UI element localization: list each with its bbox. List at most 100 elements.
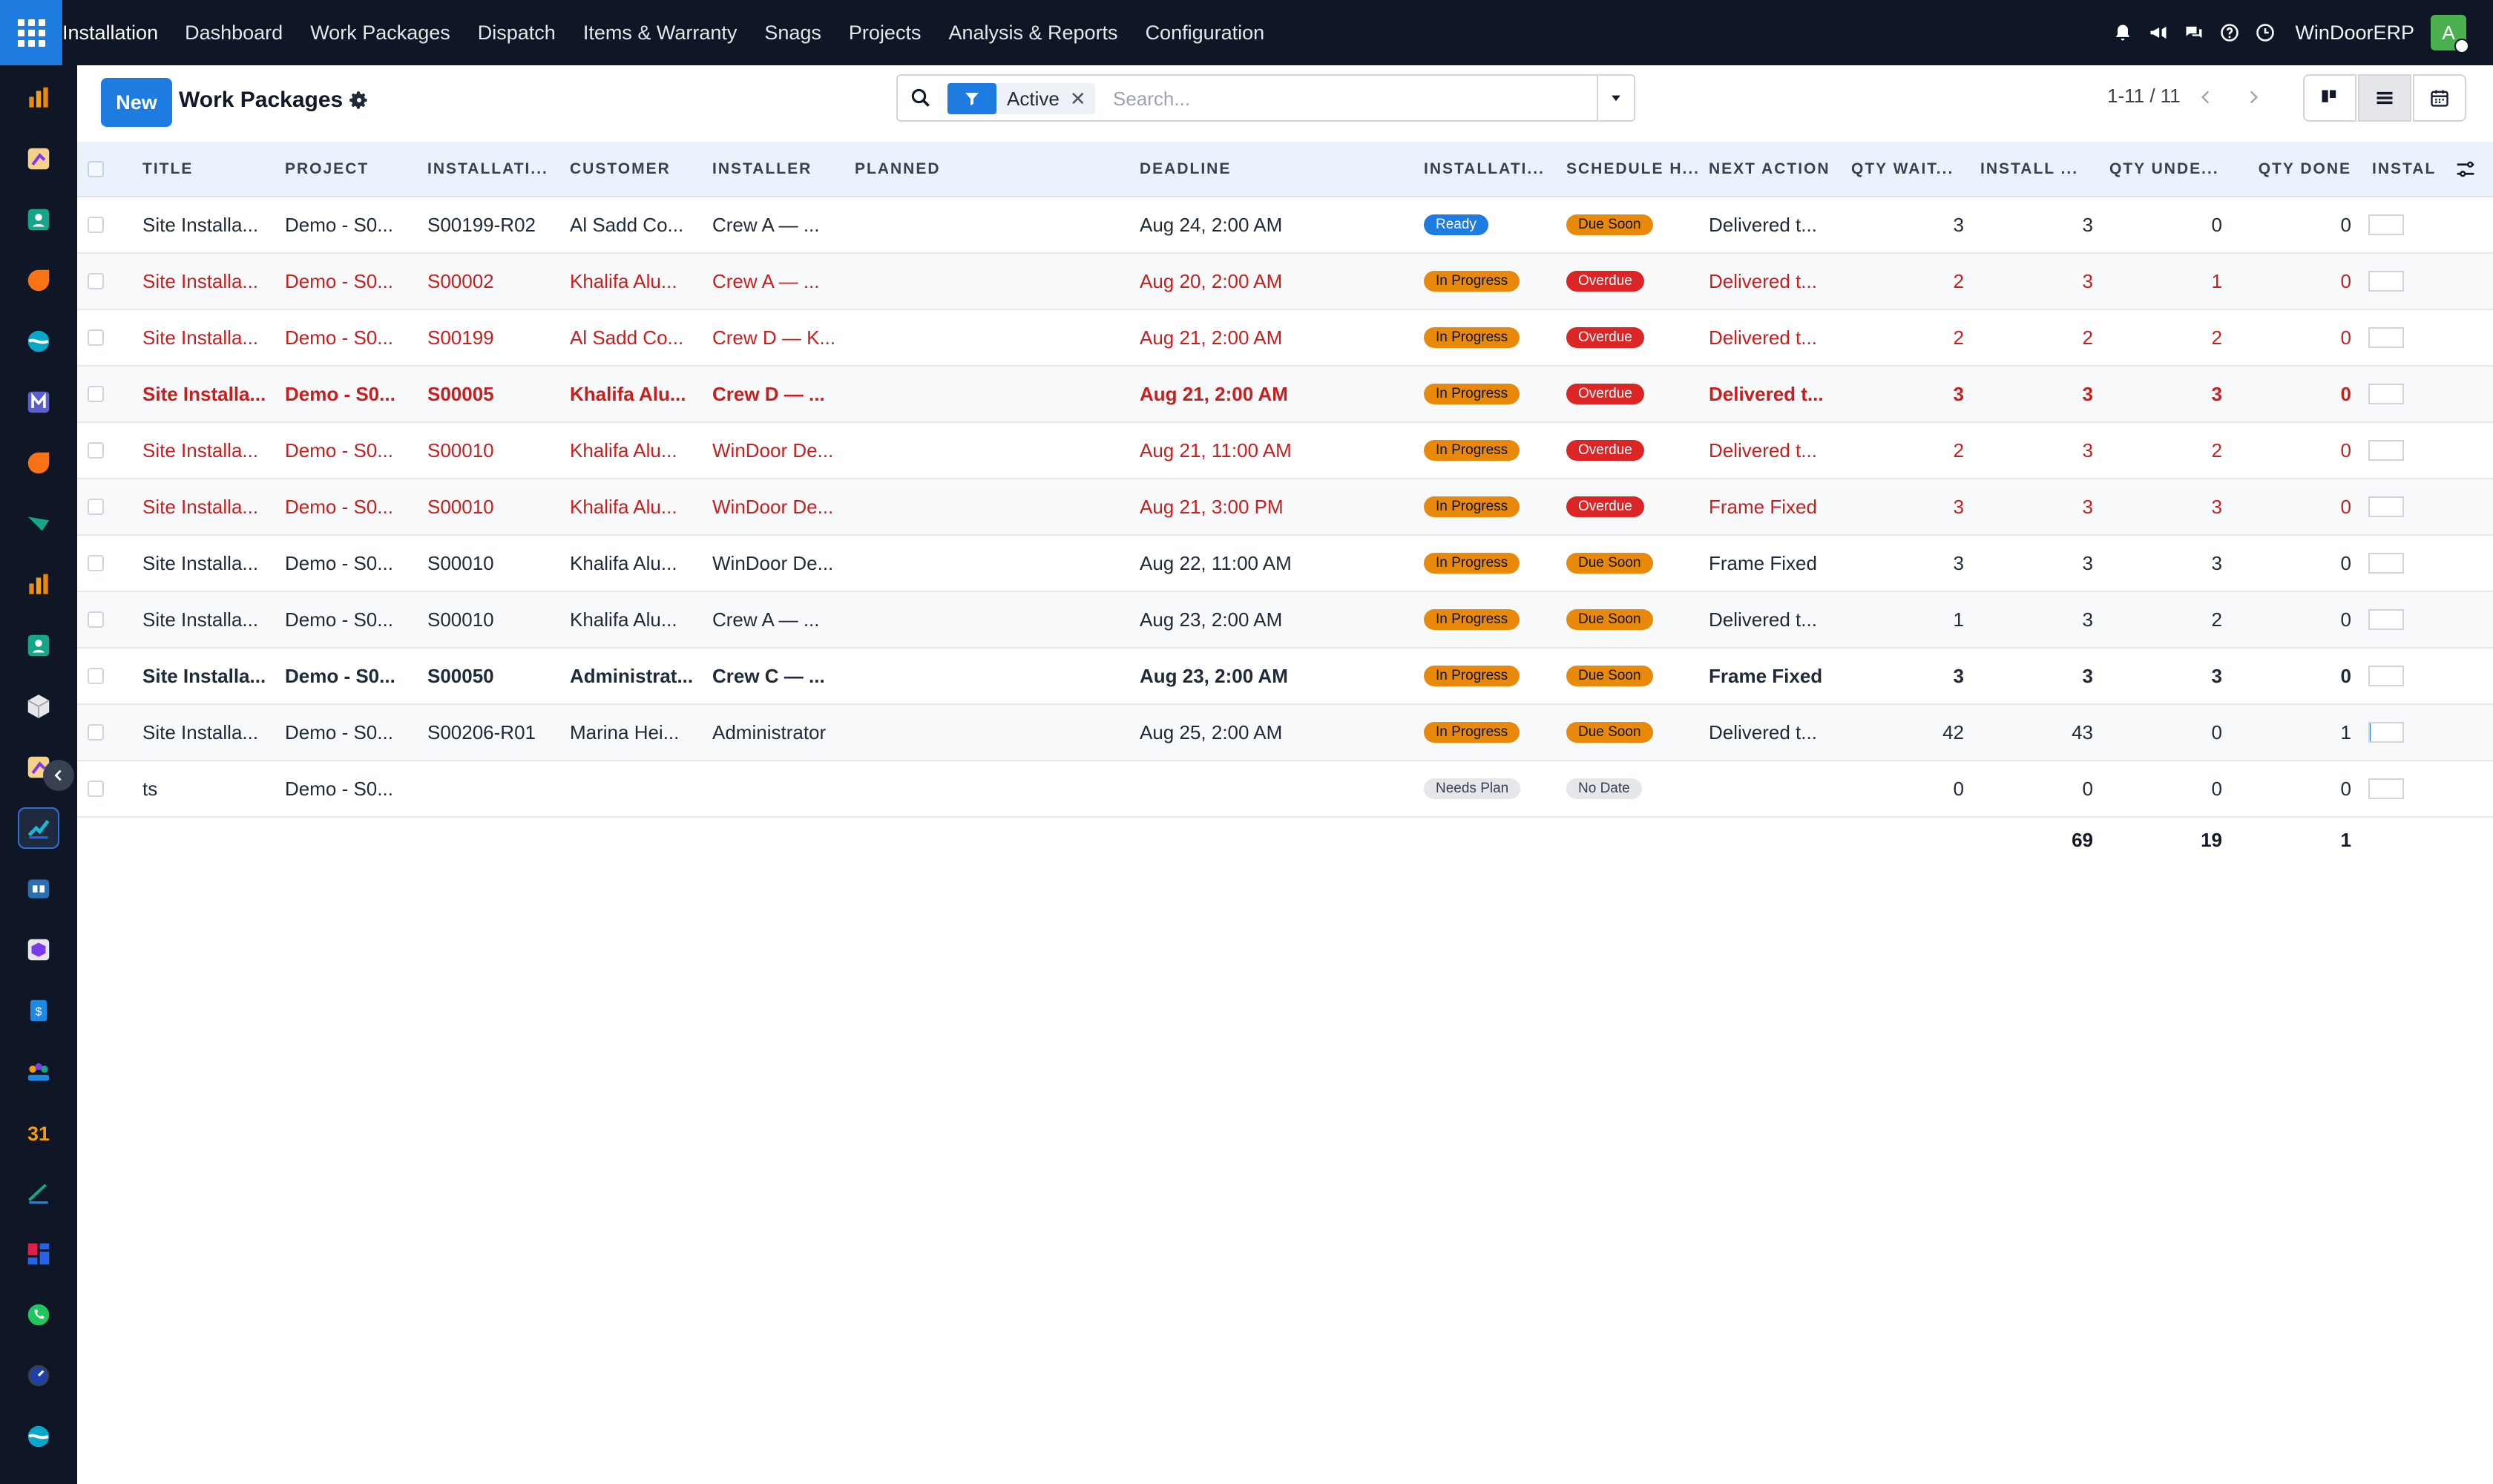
row-checkbox[interactable] bbox=[88, 329, 104, 346]
col-installation[interactable]: INSTALLATI... bbox=[427, 142, 561, 196]
col-planned[interactable]: PLANNED bbox=[855, 142, 1129, 196]
table-row[interactable]: Site Installa... Demo - S0... S00005 Khalif… bbox=[77, 367, 2493, 423]
col-install-percent[interactable]: INSTAL bbox=[2372, 142, 2446, 196]
cell-project[interactable]: Demo - S0... bbox=[285, 367, 418, 421]
row-checkbox[interactable] bbox=[88, 273, 104, 289]
row-checkbox[interactable] bbox=[88, 555, 104, 571]
cell-title[interactable]: Site Installa... bbox=[142, 197, 276, 252]
row-checkbox-cell[interactable] bbox=[88, 536, 110, 591]
sidebar-app-inventory-icon[interactable] bbox=[18, 686, 59, 727]
cell-title[interactable]: Site Installa... bbox=[142, 310, 276, 365]
col-installation-state[interactable]: INSTALLATI... bbox=[1424, 142, 1557, 196]
row-checkbox-cell[interactable] bbox=[88, 254, 110, 309]
megaphone-icon[interactable] bbox=[2148, 22, 2169, 43]
col-schedule-health[interactable]: SCHEDULE H... bbox=[1566, 142, 1700, 196]
cell-project[interactable]: Demo - S0... bbox=[285, 536, 418, 591]
pager-value[interactable]: 1-11 / 11 bbox=[2107, 85, 2181, 108]
sidebar-app-timesheet-icon[interactable] bbox=[18, 1355, 59, 1396]
search-input[interactable] bbox=[1113, 85, 1558, 113]
search-icon[interactable] bbox=[910, 87, 932, 109]
menu-configuration[interactable]: Configuration bbox=[1146, 22, 1265, 45]
chat-icon[interactable] bbox=[2184, 22, 2204, 43]
row-checkbox[interactable] bbox=[88, 386, 104, 402]
col-project[interactable]: PROJECT bbox=[285, 142, 418, 196]
menu-items-warranty[interactable]: Items & Warranty bbox=[583, 22, 738, 45]
select-all-checkbox-cell[interactable] bbox=[88, 142, 110, 196]
table-row[interactable]: Site Installa... Demo - S0... S00002 Khalif… bbox=[77, 254, 2493, 310]
row-checkbox[interactable] bbox=[88, 442, 104, 459]
company-switcher[interactable]: WinDoorERP bbox=[2295, 22, 2414, 45]
table-row[interactable]: Site Installa... Demo - S0... S00199-R02 Al… bbox=[77, 197, 2493, 254]
col-customer[interactable]: CUSTOMER bbox=[570, 142, 703, 196]
kanban-view-button[interactable] bbox=[2303, 74, 2356, 122]
sidebar-app-signature-icon[interactable] bbox=[18, 1172, 59, 1214]
sidebar-app-dashboards-icon[interactable] bbox=[18, 1233, 59, 1275]
cell-title[interactable]: Site Installa... bbox=[142, 479, 276, 534]
col-next-action[interactable]: NEXT ACTION bbox=[1709, 142, 1842, 196]
row-checkbox[interactable] bbox=[88, 611, 104, 628]
sidebar-app-discuss-icon[interactable] bbox=[18, 260, 59, 301]
table-row[interactable]: Site Installa... Demo - S0... S00199 Al Sad… bbox=[77, 310, 2493, 367]
menu-work-packages[interactable]: Work Packages bbox=[310, 22, 450, 45]
sidebar-app-sign-icon[interactable] bbox=[18, 503, 59, 545]
app-menu-button[interactable] bbox=[0, 0, 62, 65]
row-checkbox-cell[interactable] bbox=[88, 479, 110, 534]
sidebar-app-barcode-icon[interactable] bbox=[18, 929, 59, 971]
col-installer[interactable]: INSTALLER bbox=[712, 142, 846, 196]
sidebar-app-field-service-icon[interactable] bbox=[18, 807, 59, 849]
cell-title[interactable]: Site Installa... bbox=[142, 254, 276, 309]
table-row[interactable]: Site Installa... Demo - S0... S00010 Khalif… bbox=[77, 592, 2493, 649]
cell-project[interactable]: Demo - S0... bbox=[285, 592, 418, 647]
search-facet[interactable]: Active ✕ bbox=[947, 83, 1095, 114]
col-deadline[interactable]: DEADLINE bbox=[1140, 142, 1414, 196]
cell-title[interactable]: Site Installa... bbox=[142, 423, 276, 478]
pager-previous-button[interactable] bbox=[2184, 76, 2227, 119]
row-checkbox-cell[interactable] bbox=[88, 197, 110, 252]
cell-title[interactable]: Site Installa... bbox=[142, 592, 276, 647]
sidebar-app-knowledge-icon[interactable] bbox=[18, 868, 59, 910]
cell-title[interactable]: Site Installa... bbox=[142, 705, 276, 760]
row-checkbox-cell[interactable] bbox=[88, 367, 110, 421]
menu-dispatch[interactable]: Dispatch bbox=[478, 22, 556, 45]
sidebar-app-employees-icon[interactable] bbox=[18, 625, 59, 666]
sidebar-app-contacts-icon[interactable] bbox=[18, 199, 59, 240]
row-checkbox[interactable] bbox=[88, 781, 104, 797]
cell-project[interactable]: Demo - S0... bbox=[285, 197, 418, 252]
sidebar-app-website-icon[interactable] bbox=[18, 1416, 59, 1457]
cell-project[interactable]: Demo - S0... bbox=[285, 310, 418, 365]
cell-title[interactable]: ts bbox=[142, 761, 276, 816]
menu-analysis-reports[interactable]: Analysis & Reports bbox=[948, 22, 1117, 45]
cell-project[interactable]: Demo - S0... bbox=[285, 423, 418, 478]
menu-projects[interactable]: Projects bbox=[849, 22, 922, 45]
row-checkbox-cell[interactable] bbox=[88, 705, 110, 760]
cell-project[interactable]: Demo - S0... bbox=[285, 761, 418, 816]
menu-snags[interactable]: Snags bbox=[764, 22, 821, 45]
table-row[interactable]: Site Installa... Demo - S0... S00010 Khalif… bbox=[77, 423, 2493, 479]
gear-icon[interactable] bbox=[349, 90, 369, 111]
cell-title[interactable]: Site Installa... bbox=[142, 649, 276, 703]
col-title[interactable]: TITLE bbox=[142, 142, 276, 196]
col-qty-waiting[interactable]: QTY WAIT... bbox=[1851, 142, 1985, 196]
help-icon[interactable] bbox=[2219, 22, 2240, 43]
row-checkbox-cell[interactable] bbox=[88, 649, 110, 703]
avatar[interactable]: A bbox=[2431, 15, 2469, 53]
col-install-qty[interactable]: INSTALL ... bbox=[1980, 142, 2114, 196]
table-row[interactable]: Site Installa... Demo - S0... S00206-R01 Ma… bbox=[77, 705, 2493, 761]
sidebar-app-calendar-icon[interactable]: 31 bbox=[18, 1112, 59, 1153]
facet-remove-icon[interactable]: ✕ bbox=[1070, 88, 1095, 111]
cell-project[interactable]: Demo - S0... bbox=[285, 254, 418, 309]
sidebar-app-whatsapp-icon[interactable] bbox=[18, 1294, 59, 1336]
row-checkbox-cell[interactable] bbox=[88, 310, 110, 365]
cell-project[interactable]: Demo - S0... bbox=[285, 649, 418, 703]
row-checkbox[interactable] bbox=[88, 668, 104, 684]
list-view-button[interactable] bbox=[2358, 74, 2411, 122]
select-all-checkbox[interactable] bbox=[88, 160, 104, 177]
cell-title[interactable]: Site Installa... bbox=[142, 536, 276, 591]
row-checkbox[interactable] bbox=[88, 499, 104, 515]
cell-project[interactable]: Demo - S0... bbox=[285, 479, 418, 534]
table-row[interactable]: tsDemo - S0... 0 0 0 0 0 % Needs Plan No Date bbox=[77, 761, 2493, 818]
row-checkbox-cell[interactable] bbox=[88, 423, 110, 478]
table-row[interactable]: Site Installa... Demo - S0... S00050 Admini… bbox=[77, 649, 2493, 705]
row-checkbox[interactable] bbox=[88, 724, 104, 741]
sidebar-app-bi-icon[interactable] bbox=[18, 321, 59, 362]
